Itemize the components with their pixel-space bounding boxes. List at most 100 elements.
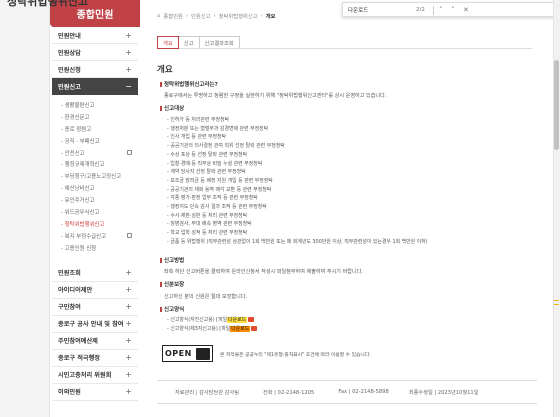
expand-icon: +	[125, 387, 132, 397]
sidebar-item[interactable]: 민원안내 +	[52, 27, 138, 44]
list-item: - 인허가 등 처리관련 부정청탁	[167, 117, 229, 123]
expand-icon: +	[125, 268, 132, 278]
list-item: - 인사 개입 등 관련 부정청탁	[167, 134, 227, 141]
breadcrumb-item[interactable]: 청탁위법행위신고	[219, 12, 258, 20]
footer: 자료관리 | 감사담당관 감사팀 전화 | 02-2148-1205 Fax |…	[157, 380, 537, 404]
list-item: - 각종 평가·판정 업무 조작 등 관련 부정청탁	[167, 195, 258, 202]
submenu-item-label: - 행정규제개혁신고	[61, 162, 105, 169]
sidebar-item-label: 민원안내	[58, 32, 81, 40]
section-heading: 개요	[157, 65, 173, 75]
open-label: OPEN	[165, 349, 192, 358]
list-item: - 신고양식(제3자신고용) [파일다운로드	[167, 325, 258, 332]
collapse-icon: −	[125, 82, 132, 91]
open-license-badge: OPEN	[162, 345, 213, 362]
breadcrumb-item[interactable]: 민원신고	[191, 12, 211, 20]
sidebar-item-active[interactable]: 민원신고 −	[52, 78, 138, 95]
sidebar-item[interactable]: 종로구 공사 안내 및 참여 +	[52, 315, 138, 333]
home-icon[interactable]: ⌂	[157, 13, 160, 19]
list-item: - 입찰·경매·등 직무상 비밀 누설 관련 부정청탁	[167, 160, 263, 167]
section-title: 신고대상	[160, 104, 184, 112]
sidebar-item-label: 민원신청	[58, 66, 81, 74]
download-link[interactable]: 다운로드	[230, 326, 251, 332]
sidebar-item-label: 민원조회	[58, 270, 81, 278]
section-title: 신고양식	[160, 305, 184, 313]
external-link-icon	[127, 233, 132, 239]
sidebar-item[interactable]: 주민참여예산제 +	[52, 332, 138, 350]
expand-icon: +	[125, 285, 132, 295]
list-item: - 수사·재판·심판 등 처리 관련 부정청탁	[167, 212, 248, 219]
sidebar-item[interactable]: 민원신청 +	[52, 61, 138, 78]
find-bar: 다운로드 2/2 ˄ ˅ ✕	[342, 2, 560, 17]
find-next-icon[interactable]: ˅	[451, 6, 455, 14]
submenu-item[interactable]: - 행정규제개혁신고	[61, 158, 138, 170]
breadcrumb-current: 개요	[265, 14, 276, 20]
license-icon	[196, 347, 210, 360]
sidebar-item[interactable]: 종로구 적극행정 +	[52, 349, 138, 367]
submenu-item-label: - 부당청구/고용노고정신고	[61, 174, 122, 181]
sidebar-item[interactable]: 이의민원 +	[52, 383, 138, 401]
submenu-item[interactable]: - 청탁위법행위신고	[61, 218, 138, 230]
submenu-item[interactable]: - 공직 · 부패신고	[61, 135, 138, 147]
submenu-item[interactable]: - 고용인원 신청	[61, 242, 138, 254]
file-icon[interactable]	[248, 317, 255, 322]
find-prev-icon[interactable]: ˄	[439, 6, 443, 14]
sidebar-item[interactable]: 민원상담 +	[52, 44, 138, 61]
sidebar-item[interactable]: 구민참여 +	[52, 298, 138, 316]
sidebar-item-label: 민원신고	[58, 84, 81, 91]
submenu-item[interactable]: - 유인주거신고	[61, 194, 138, 206]
divider	[433, 6, 434, 15]
download-link[interactable]: 다운로드	[227, 317, 248, 323]
submenu-item-label: - 생활불편신고	[61, 102, 95, 109]
footer-fax: Fax | 02-2148-5898	[338, 389, 389, 395]
section-text: 신고하신 분의 신원은 절대 보장합니다.	[164, 294, 248, 300]
sidebar-item-label: 종로구 적극행정	[58, 355, 101, 363]
sidebar-item[interactable]: 시민고충처리 위원회 +	[52, 366, 138, 384]
list-item-text: - 신고양식(자진신고용) [파일	[167, 317, 228, 323]
submenu-item[interactable]: - 복지 부정수급신고	[61, 230, 138, 242]
list-item: - 공공기관의 재화 용역 매각 교환 등 관련 부정청탁	[167, 186, 272, 193]
submenu-item[interactable]: - 생활불편신고	[61, 99, 138, 111]
expand-icon: +	[125, 336, 132, 346]
find-close-icon[interactable]: ✕	[463, 6, 469, 14]
submenu-item[interactable]: - 종로 청렴고	[61, 123, 138, 135]
submenu-item[interactable]: - 위드공무식신고	[61, 206, 138, 218]
divider	[157, 48, 532, 49]
submenu-item[interactable]: - 부당청구/고용노고정신고	[61, 170, 138, 182]
list-item: - 징병검사, 부대 배속 병역 관련 부정청탁	[167, 221, 252, 228]
expand-icon: +	[125, 370, 132, 380]
footer-date: 최종수정일 | 2023년10월11일	[408, 389, 479, 396]
breadcrumb-item[interactable]: 종합민원	[163, 12, 183, 20]
submenu-item[interactable]: - 안전신고	[61, 147, 138, 159]
list-item: - 수상 포상 등 선정 탈락 관련 부정청탁	[167, 151, 248, 158]
section-title: 신분보장	[160, 280, 184, 288]
submenu-item[interactable]: - 예산낭비신고	[61, 182, 138, 194]
sidebar-item-label: 종로구 공사 안내 및 참여	[58, 321, 124, 329]
section-text: 좌측 하단 신고버튼을 클릭하여 온라인신청서 작성시 파일첨부하여 제출하여 …	[164, 269, 363, 275]
expand-icon: +	[125, 302, 132, 312]
list-item: - 행정지도 단속 감사 결과 조작 등 관련 부정청탁	[167, 204, 267, 210]
find-match-marker	[554, 304, 559, 305]
sidebar-item-label: 이의민원	[58, 389, 81, 397]
sidebar-item-label: 시민고충처리 위원회	[58, 372, 112, 380]
page: 종합민원 민원안내 + 민원상담 + 민원신청 + 민원신고 − - 생활불편신고 - 환경…	[0, 0, 560, 417]
scrollbar-thumb[interactable]	[554, 60, 559, 150]
list-item: - 행정처분 또는 형벌부과 감경면제 관련 부정청탁	[167, 125, 269, 132]
expand-icon: +	[125, 319, 132, 329]
sidebar-item-label: 주민참여예산제	[58, 338, 98, 346]
submenu-item-label: - 위드공무식신고	[61, 209, 100, 216]
section-title: 청탁위법행위신고라는?	[160, 80, 218, 88]
sidebar-item-label: 구민참여	[58, 304, 81, 312]
list-item: - 금품 등 위법행위 (직무관련성 상관없이 1회 백만원 또는 매 회계년도…	[167, 238, 428, 245]
expand-icon: +	[125, 353, 132, 363]
submenu-item-label: - 예산낭비신고	[61, 186, 95, 193]
sidebar-item[interactable]: 아이디어제안 +	[52, 281, 138, 299]
file-icon[interactable]	[251, 326, 258, 331]
sidebar-item[interactable]: 민원조회 +	[52, 264, 138, 282]
list-item: - 공공기관의 의사결정 관여 직위 선정 탈락 관련 부정청탁	[167, 143, 285, 150]
find-input[interactable]: 다운로드	[348, 6, 368, 14]
sidebar: 종합민원 민원안내 + 민원상담 + 민원신청 + 민원신고 − - 생활불편신고 - 환경…	[50, 0, 140, 417]
submenu-item-label: - 환경신문고	[61, 114, 90, 121]
tab-overview[interactable]: 개요	[157, 36, 179, 49]
submenu-item[interactable]: - 환경신문고	[61, 111, 138, 123]
